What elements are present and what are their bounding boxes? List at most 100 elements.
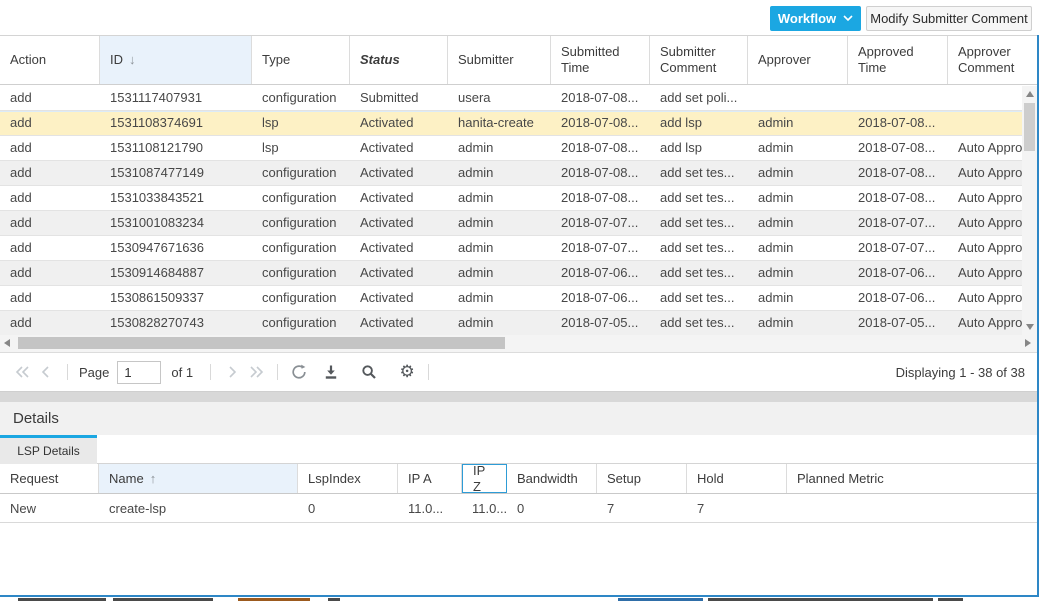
modify-submitter-comment-label: Modify Submitter Comment xyxy=(870,11,1028,26)
cell-approver: admin xyxy=(748,111,848,135)
table-row[interactable]: add1530947671636configurationActivatedad… xyxy=(0,236,1022,261)
column-header-id[interactable]: ID↓ xyxy=(100,36,252,84)
column-header-type[interactable]: Type xyxy=(252,36,350,84)
column-header-approver-comment[interactable]: Approver Comment xyxy=(948,36,1022,84)
cell-approver-comment: Auto Appro xyxy=(948,286,1022,310)
column-header-lspindex[interactable]: LspIndex xyxy=(298,464,398,493)
table-row[interactable]: add1531108374691lspActivatedhanita-creat… xyxy=(0,111,1022,136)
vertical-scrollbar-thumb[interactable] xyxy=(1024,103,1035,151)
column-header-submitted-time[interactable]: Submitted Time xyxy=(551,36,650,84)
chevron-down-icon xyxy=(843,15,853,22)
cell-id: 1530947671636 xyxy=(100,236,252,260)
cell-approved-time: 2018-07-07... xyxy=(848,211,948,235)
panel-splitter[interactable] xyxy=(0,392,1037,402)
cell-approver-comment: Auto Appro xyxy=(948,186,1022,210)
column-header-submitter[interactable]: Submitter xyxy=(448,36,551,84)
download-button[interactable] xyxy=(319,360,343,384)
page-label: Page xyxy=(79,365,109,380)
cell-type: configuration xyxy=(252,261,350,285)
previous-page-chevron-icon xyxy=(40,365,52,379)
cell-submitter: admin xyxy=(448,136,551,160)
cell-submitted-time: 2018-07-07... xyxy=(551,236,650,260)
column-header-planned-metric[interactable]: Planned Metric xyxy=(787,464,1037,493)
table-row[interactable]: add1531001083234configurationActivatedad… xyxy=(0,211,1022,236)
refresh-button[interactable] xyxy=(287,360,311,384)
cell-approved-time: 2018-07-06... xyxy=(848,286,948,310)
top-toolbar: Workflow Modify Submitter Comment xyxy=(0,0,1039,35)
cell-id: 1531001083234 xyxy=(100,211,252,235)
sort-descending-icon: ↓ xyxy=(129,52,136,68)
cell-approver: admin xyxy=(748,186,848,210)
cell-submitted-time: 2018-07-06... xyxy=(551,261,650,285)
last-page-button[interactable] xyxy=(244,360,268,384)
horizontal-scrollbar[interactable] xyxy=(0,335,1037,352)
table-row[interactable]: add1530828270743configurationActivatedad… xyxy=(0,311,1022,335)
cell-status: Activated xyxy=(350,161,448,185)
scroll-right-arrow-icon[interactable] xyxy=(1025,339,1031,347)
lsp-details-grid-body: Newcreate-lsp011.0...11.0...077 xyxy=(0,495,1037,523)
column-label: Approver xyxy=(758,52,811,68)
column-header-approved-time[interactable]: Approved Time xyxy=(848,36,948,84)
column-header-ip-z[interactable]: IP Z xyxy=(462,464,507,493)
column-header-bandwidth[interactable]: Bandwidth xyxy=(507,464,597,493)
search-button[interactable] xyxy=(357,360,381,384)
cell-id: 1531108121790 xyxy=(100,136,252,160)
cell-hold: 7 xyxy=(687,495,787,522)
table-row[interactable]: add1530914684887configurationActivatedad… xyxy=(0,261,1022,286)
tab-lsp-details[interactable]: LSP Details xyxy=(0,438,97,464)
settings-button[interactable]: ⚙ xyxy=(395,360,419,384)
cell-action: add xyxy=(0,161,100,185)
previous-page-button[interactable] xyxy=(34,360,58,384)
table-row[interactable]: add1531108121790lspActivatedadmin2018-07… xyxy=(0,136,1022,161)
column-header-hold[interactable]: Hold xyxy=(687,464,787,493)
workflow-button[interactable]: Workflow xyxy=(770,6,861,31)
scroll-down-arrow-icon[interactable] xyxy=(1026,324,1034,330)
cell-action: add xyxy=(0,261,100,285)
column-header-setup[interactable]: Setup xyxy=(597,464,687,493)
scroll-left-arrow-icon[interactable] xyxy=(4,339,10,347)
cell-approved-time: 2018-07-08... xyxy=(848,186,948,210)
cell-action: add xyxy=(0,211,100,235)
table-row[interactable]: add1530861509337configurationActivatedad… xyxy=(0,286,1022,311)
cell-approved-time xyxy=(848,86,948,110)
cell-approved-time: 2018-07-06... xyxy=(848,261,948,285)
table-row[interactable]: Newcreate-lsp011.0...11.0...077 xyxy=(0,495,1037,523)
cell-id: 1530828270743 xyxy=(100,311,252,335)
last-page-double-chevron-icon xyxy=(249,365,264,379)
column-header-submitter-comment[interactable]: Submitter Comment xyxy=(650,36,748,84)
column-header-name[interactable]: Name↑ xyxy=(99,464,298,493)
cell-approved-time: 2018-07-08... xyxy=(848,161,948,185)
cell-submitter-comment: add set tes... xyxy=(650,186,748,210)
column-header-request[interactable]: Request xyxy=(0,464,99,493)
cell-approver-comment: Auto Appro xyxy=(948,236,1022,260)
vertical-scrollbar[interactable] xyxy=(1022,86,1037,335)
details-title: Details xyxy=(13,410,59,427)
table-row[interactable]: add1531117407931configurationSubmittedus… xyxy=(0,86,1022,111)
page-number-input[interactable] xyxy=(117,361,161,384)
cell-id: 1531087477149 xyxy=(100,161,252,185)
column-header-ip-a[interactable]: IP A xyxy=(398,464,462,493)
cell-approver: admin xyxy=(748,211,848,235)
scroll-up-arrow-icon[interactable] xyxy=(1026,91,1034,97)
cell-action: add xyxy=(0,286,100,310)
table-row[interactable]: add1531033843521configurationActivatedad… xyxy=(0,186,1022,211)
cell-status: Activated xyxy=(350,311,448,335)
cell-type: lsp xyxy=(252,136,350,160)
column-label: Bandwidth xyxy=(517,471,578,487)
modify-submitter-comment-button[interactable]: Modify Submitter Comment xyxy=(866,6,1032,31)
cell-submitter: admin xyxy=(448,311,551,335)
cell-type: configuration xyxy=(252,86,350,110)
page-of-label: of 1 xyxy=(171,365,193,380)
column-header-status[interactable]: Status xyxy=(350,36,448,84)
next-page-button[interactable] xyxy=(220,360,244,384)
horizontal-scrollbar-thumb[interactable] xyxy=(18,337,505,349)
cell-submitter-comment: add lsp xyxy=(650,111,748,135)
table-row[interactable]: add1531087477149configurationActivatedad… xyxy=(0,161,1022,186)
cell-submitter-comment: add set tes... xyxy=(650,286,748,310)
cell-submitter: admin xyxy=(448,186,551,210)
first-page-button[interactable] xyxy=(10,360,34,384)
column-header-action[interactable]: Action xyxy=(0,36,100,84)
cell-action: add xyxy=(0,136,100,160)
column-header-approver[interactable]: Approver xyxy=(748,36,848,84)
column-label: Planned Metric xyxy=(797,471,884,487)
